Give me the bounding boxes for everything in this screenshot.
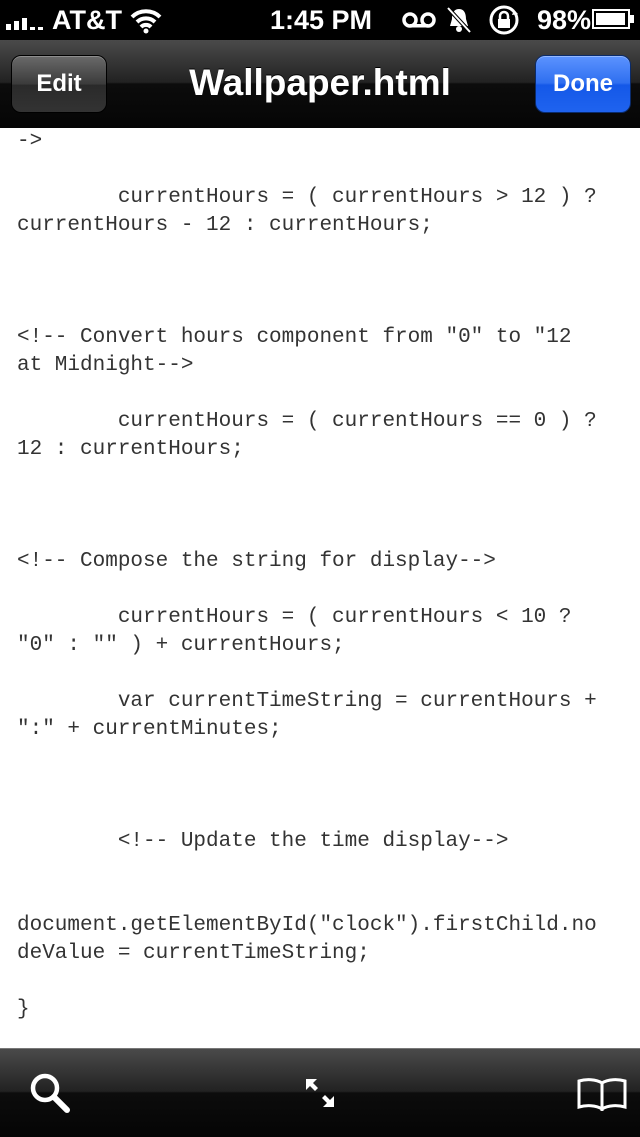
battery-percentage: 98% <box>537 5 592 35</box>
status-time: 1:45 PM <box>270 5 373 35</box>
mute-bell-icon <box>446 6 472 34</box>
document-viewer[interactable]: -> currentHours = ( currentHours > 12 ) … <box>0 128 640 1048</box>
wifi-icon <box>130 9 162 34</box>
navigation-bar: Edit Wallpaper.html Done <box>0 40 640 129</box>
code-line: "0" : "" ) + currentHours; <box>17 634 345 657</box>
page-title: Wallpaper.html <box>189 62 451 103</box>
bookmarks-icon[interactable] <box>576 1077 628 1111</box>
done-button[interactable]: Done <box>535 55 631 113</box>
code-line: currentHours = ( currentHours == 0 ) ? <box>17 410 597 433</box>
source-code-text: -> currentHours = ( currentHours > 12 ) … <box>17 128 629 1024</box>
battery-icon <box>592 9 634 29</box>
code-line: currentHours - 12 : currentHours; <box>17 214 433 237</box>
rotation-lock-icon <box>489 5 519 35</box>
code-line: ":" + currentMinutes; <box>17 718 282 741</box>
code-line: currentHours = ( currentHours < 10 ? <box>17 606 572 629</box>
carrier-label: AT&T <box>52 5 122 35</box>
search-icon[interactable] <box>28 1071 72 1115</box>
bottom-toolbar <box>0 1048 640 1137</box>
code-line: -> <box>17 130 43 153</box>
code-line: currentHours = ( currentHours > 12 ) ? <box>17 186 597 209</box>
code-line: deValue = currentTimeString; <box>17 942 370 965</box>
code-line: document.getElementById("clock").firstCh… <box>17 914 597 937</box>
code-line: <!-- Update the time display--> <box>17 830 509 853</box>
code-line: <!-- Compose the string for display--> <box>17 550 496 573</box>
code-line: <!-- Convert hours component from "0" to… <box>17 326 572 349</box>
expand-icon[interactable] <box>302 1075 338 1111</box>
code-line: at Midnight--> <box>17 354 194 377</box>
code-line: 12 : currentHours; <box>17 438 244 461</box>
status-bar: AT&T 1:45 PM 98% <box>0 0 640 40</box>
voicemail-icon <box>402 12 436 28</box>
code-line: } <box>17 998 30 1021</box>
code-line: var currentTimeString = currentHours + <box>17 690 597 713</box>
edit-button[interactable]: Edit <box>11 55 107 113</box>
